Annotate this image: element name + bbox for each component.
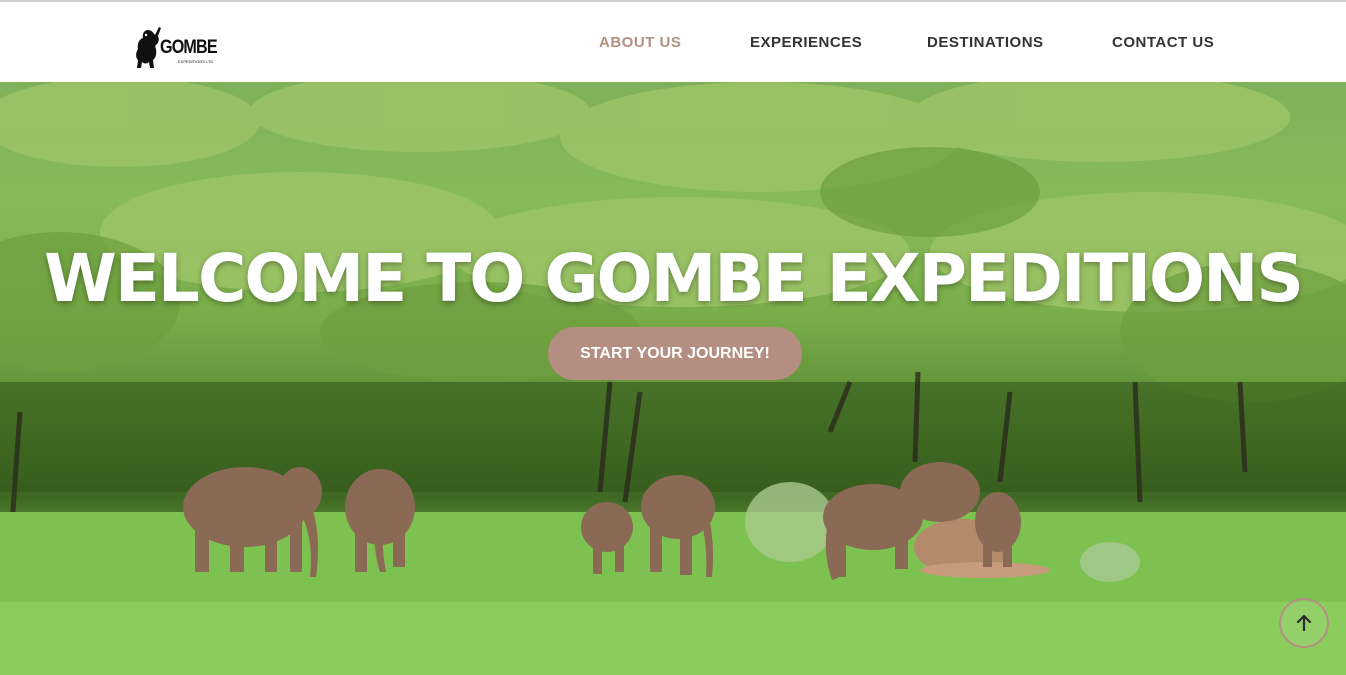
nav-item-about-us[interactable]: ABOUT US [599,34,681,51]
nav-item-destinations[interactable]: DESTINATIONS [927,34,1044,51]
scroll-to-top-button[interactable] [1279,598,1329,648]
hero-section: WELCOME TO GOMBE EXPEDITIONS START YOUR … [0,82,1346,675]
site-header: GOMBE EXPEDITIONS LTD ABOUT US EXPERIENC… [0,2,1346,82]
start-journey-button[interactable]: START YOUR JOURNEY! [548,327,802,380]
main-nav: ABOUT US EXPERIENCES DESTINATIONS CONTAC… [0,2,1346,82]
hero-title: WELCOME TO GOMBE EXPEDITIONS [44,240,1304,317]
nav-item-experiences[interactable]: EXPERIENCES [750,34,862,51]
nav-item-contact-us[interactable]: CONTACT US [1112,34,1214,51]
arrow-up-icon [1296,614,1312,632]
